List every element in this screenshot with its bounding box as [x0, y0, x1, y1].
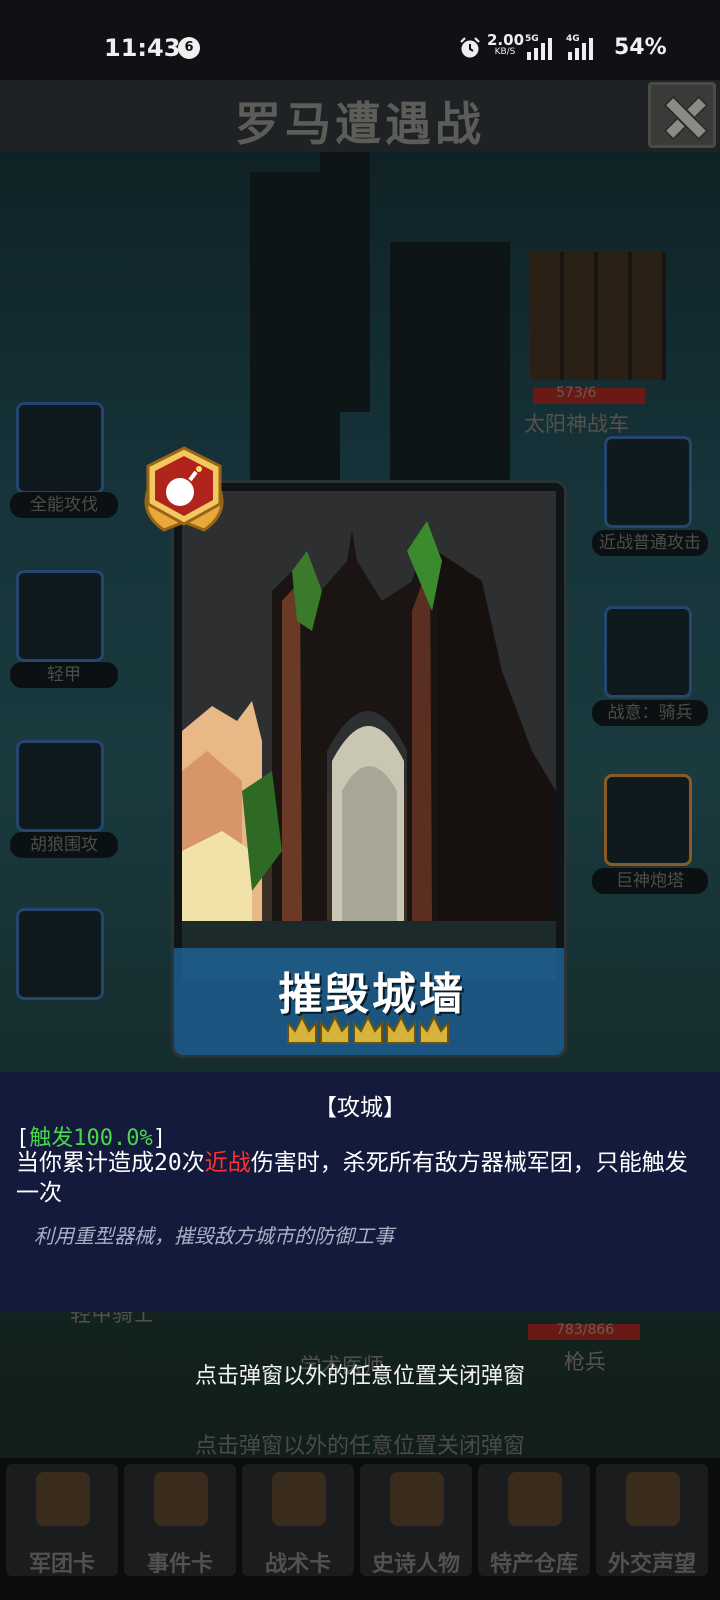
- crown-icon: [287, 1014, 317, 1044]
- left-card-2[interactable]: [16, 570, 104, 662]
- popup-card: 摧毁城墙: [171, 480, 567, 1058]
- shield-icon: [272, 1472, 326, 1526]
- battery-level: 54%: [614, 35, 667, 60]
- tower-silhouette: [320, 152, 370, 412]
- crown-icon: [320, 1014, 350, 1044]
- status-bar: 11:43 6 2.00 KB/S 5G 4G 54%: [0, 0, 720, 80]
- card-description: 当你累计造成20次近战伤害时，杀死所有敌方器械军团，只能触发一次: [16, 1150, 688, 1206]
- left-card-label: 胡狼围攻: [10, 832, 118, 858]
- enemy-unit-name: 太阳神战车: [524, 412, 629, 436]
- tab-diplomacy[interactable]: 外交声望: [596, 1464, 708, 1577]
- right-card-3[interactable]: [604, 774, 692, 866]
- battle-title: 罗马遭遇战: [235, 97, 485, 151]
- chest-icon: [508, 1472, 562, 1526]
- left-card-label: 全能攻伐: [10, 492, 118, 518]
- right-card-label: 巨神炮塔: [592, 868, 708, 894]
- notification-count-badge: 6: [178, 37, 200, 59]
- tab-specialty-warehouse[interactable]: 特产仓库: [478, 1464, 590, 1577]
- close-button[interactable]: [648, 82, 716, 148]
- tab-legion-cards[interactable]: 军团卡: [6, 1464, 118, 1577]
- crown-icon: [419, 1014, 449, 1044]
- card-flavor-text: 利用重型器械，摧毁敌方城市的防御工事: [34, 1224, 394, 1248]
- enemy-unit-formation: [530, 252, 666, 380]
- tab-epic-characters[interactable]: 史诗人物: [360, 1464, 472, 1577]
- player-hp-text: 783/866: [556, 1322, 615, 1338]
- left-card-label: 轻甲: [10, 662, 118, 688]
- card-info-panel: 【攻城】 [触发100.0%] 当你累计造成20次近战伤害时，杀死所有敌方器械军…: [0, 1072, 720, 1312]
- bomb-icon: [144, 446, 224, 532]
- envelope-icon: [626, 1472, 680, 1526]
- left-card-4[interactable]: [16, 908, 104, 1000]
- signal-4g-icon: 4G: [566, 34, 596, 60]
- left-card-1[interactable]: [16, 402, 104, 494]
- helmet-icon: [36, 1472, 90, 1526]
- title-bar: 罗马遭遇战: [0, 80, 720, 152]
- alarm-icon: [460, 37, 480, 58]
- left-card-3[interactable]: [16, 740, 104, 832]
- ruined-gate-artwork: [182, 491, 556, 981]
- crown-icon: [390, 1472, 444, 1526]
- close-hint-text: 点击弹窗以外的任意位置关闭弹窗: [194, 1364, 525, 1389]
- dim-hint-text: 点击弹窗以外的任意位置关闭弹窗: [194, 1434, 525, 1459]
- crown-icon: [353, 1014, 383, 1044]
- enemy-hp-text: 573/6: [556, 385, 597, 401]
- tab-event-cards[interactable]: 事件卡: [124, 1464, 236, 1577]
- tab-tactic-cards[interactable]: 战术卡: [242, 1464, 354, 1577]
- right-card-label: 战意：骑兵: [592, 700, 708, 726]
- rank-crowns: [287, 1014, 449, 1044]
- card-category: 【攻城】: [314, 1095, 406, 1121]
- right-card-1[interactable]: [604, 436, 692, 528]
- clock: 11:43: [104, 34, 181, 62]
- bottom-tab-bar: 军团卡 事件卡 战术卡 史诗人物 特产仓库 外交声望: [0, 1458, 720, 1600]
- network-speed: 2.00 KB/S: [487, 31, 525, 57]
- right-card-label: 近战普通攻击: [592, 530, 708, 556]
- scroll-icon: [154, 1472, 208, 1526]
- crown-icon: [386, 1014, 416, 1044]
- right-card-2[interactable]: [604, 606, 692, 698]
- melee-keyword: 近战: [204, 1150, 251, 1176]
- signal-5g-icon: 5G: [525, 34, 555, 60]
